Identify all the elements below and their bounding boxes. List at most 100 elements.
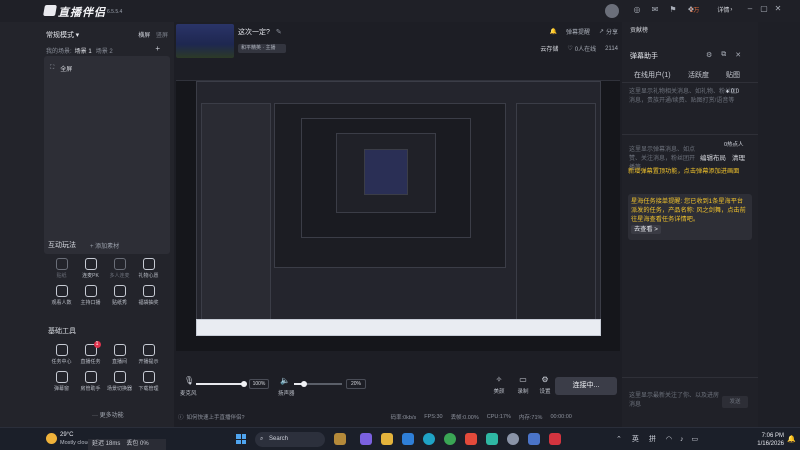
record-button[interactable]: ▭ 录制 — [516, 375, 530, 395]
app-version: 6.5.5.4 — [107, 9, 123, 15]
battery-icon[interactable]: ▭ — [691, 435, 698, 443]
add-source-button[interactable]: + 添加素材 — [90, 241, 119, 250]
live-preview[interactable] — [176, 80, 620, 351]
wifi-icon[interactable]: ◠ — [666, 435, 672, 443]
tab-online-users[interactable]: 在线用户(1) — [634, 70, 671, 80]
viewer-small: 0热点人 — [724, 142, 744, 148]
taskbar-search[interactable]: ⌕ Search — [255, 432, 325, 447]
comment-label[interactable]: 弹幕提醒 — [566, 27, 590, 36]
speaker-volume-knob[interactable] — [300, 381, 307, 387]
mail-icon[interactable]: ✉ — [650, 5, 660, 15]
windows-start-icon[interactable] — [236, 434, 246, 444]
basic-tool-0[interactable]: 任务中心 — [47, 344, 76, 365]
popout-icon[interactable]: ⧉ — [721, 51, 726, 59]
weather-temperature[interactable]: 29°C — [60, 432, 73, 438]
taskbar-app-edge-icon[interactable] — [423, 433, 435, 445]
source-item[interactable]: ⛶ 全屏 — [50, 64, 72, 73]
clock[interactable]: 7:06 PM 1/16/2026 — [757, 432, 784, 448]
mic-volume-knob[interactable] — [241, 381, 247, 387]
live-category[interactable]: 和平精英 · 主播 — [238, 44, 286, 53]
ime-pinyin[interactable]: 拼 — [649, 434, 656, 444]
taskbar-app-copilot-icon[interactable] — [360, 433, 372, 445]
close-icon[interactable]: ✕ — [773, 4, 783, 14]
basic-tool-2[interactable]: 直播间 — [105, 344, 134, 365]
weather-icon[interactable] — [46, 433, 57, 444]
chevron-down-icon[interactable]: ▾ — [76, 32, 80, 39]
tab-activity[interactable]: 活跃度 — [688, 70, 709, 80]
live-title-row[interactable]: 这次一定? ✎ — [238, 27, 282, 37]
basic-tool-label: 直播任务 — [80, 359, 101, 365]
interactive-tool-4[interactable]: 观看人数 — [47, 285, 76, 306]
taskbar-app-blue-icon[interactable] — [528, 433, 540, 445]
cloud-storage-button[interactable]: 云存储 — [540, 44, 558, 53]
portrait-toggle[interactable]: 竖屏 — [156, 33, 168, 39]
tab-scene-2[interactable]: 场景 2 — [96, 46, 113, 55]
taskbar-app-steam-icon[interactable] — [507, 433, 519, 445]
level-label[interactable]: 贡献榜 — [630, 25, 648, 34]
interactive-tool-0[interactable]: 贴纸 — [47, 258, 76, 279]
settings-icon[interactable]: ⚙ — [706, 51, 712, 59]
mode-select[interactable]: 常规模式 — [46, 32, 74, 39]
flag-icon[interactable]: ⚑ — [668, 5, 678, 15]
speaker-percent[interactable]: 20% — [346, 379, 366, 389]
mic-percent[interactable]: 100% — [249, 379, 269, 389]
notification-bell-icon[interactable]: 🔔 — [787, 435, 796, 443]
taskbar-app-chrome-icon[interactable] — [444, 433, 456, 445]
basic-tool-7[interactable]: 下载管理 — [134, 371, 163, 392]
interactive-tool-1[interactable]: 连麦PK — [76, 258, 105, 279]
fans-badge[interactable]: 1万 — [690, 5, 699, 14]
share-bell-icon: 🔔 — [549, 29, 557, 35]
share-button[interactable]: 分享 — [606, 27, 618, 36]
interactive-tool-2[interactable]: 多人连麦 — [105, 258, 134, 279]
live-cover-thumbnail[interactable] — [176, 24, 234, 58]
detail-button[interactable]: 详情 — [717, 5, 729, 14]
search-placeholder: Search — [269, 436, 289, 442]
live-duration: 00:00:00 — [550, 414, 572, 420]
more-functions-button[interactable]: ··· 更多功能 — [92, 410, 124, 419]
send-button[interactable]: 发送 — [722, 396, 748, 408]
tab-scene-1[interactable]: 场景 1 — [75, 46, 92, 55]
beauty-button[interactable]: ✧ 美颜 — [492, 375, 506, 395]
landscape-toggle[interactable]: 横屏 — [138, 33, 150, 39]
connect-button[interactable]: 连接中... — [555, 377, 617, 395]
edit-icon[interactable]: ✎ — [276, 28, 282, 36]
interactive-tool-7[interactable]: 福袋抽奖 — [134, 285, 163, 306]
add-scene-icon[interactable]: + — [155, 44, 160, 53]
go-view-button[interactable]: 去查看 > — [631, 225, 661, 234]
taskbar-app-teal-icon[interactable] — [486, 433, 498, 445]
ime-english[interactable]: 英 — [632, 434, 639, 444]
scene-bar: 我的场景: 场景 1 场景 2 + — [46, 44, 168, 55]
interactive-tool-6[interactable]: 贴纸秀 — [105, 285, 134, 306]
headset-icon[interactable]: ◎ — [632, 5, 642, 15]
help-link[interactable]: 如何快速上手直播伴侣? — [187, 413, 245, 421]
maximize-icon[interactable]: ▢ — [759, 4, 769, 14]
basic-tool-4[interactable]: 弹幕窗 — [47, 371, 76, 392]
pin-notice: 新增弹幕置顶功能，点击弹幕添加进画面 — [628, 168, 740, 175]
taskbar-app-red-icon[interactable] — [465, 433, 477, 445]
interactive-tool-3[interactable]: 礼物心愿 — [134, 258, 163, 279]
basic-tool-6[interactable]: 场景切换器 — [105, 371, 134, 392]
mic-volume-slider[interactable] — [196, 381, 247, 387]
settings-button[interactable]: ⚙ 设置 — [538, 375, 552, 395]
taskbar-app-game-icon[interactable] — [334, 433, 346, 445]
edit-layout-button[interactable]: 编辑布局 — [700, 152, 726, 162]
speaker-icon[interactable]: 🔈 — [280, 376, 290, 385]
taskbar-app-explorer-icon[interactable] — [381, 433, 393, 445]
interactive-title: 互动玩法 — [48, 242, 76, 249]
avatar[interactable] — [605, 4, 619, 18]
basic-tool-1[interactable]: 1 直播任务 — [76, 341, 105, 365]
interactive-tool-5[interactable]: 主持口播 — [76, 285, 105, 306]
volume-icon[interactable]: ♪ — [680, 436, 684, 443]
tray-chevron-icon[interactable]: ⌃ — [616, 435, 622, 443]
microphone-icon[interactable]: 🎙 — [184, 376, 194, 385]
clear-button[interactable]: 清理 — [732, 152, 745, 162]
minimize-icon[interactable]: – — [745, 4, 755, 14]
taskbar-app-store-icon[interactable] — [402, 433, 414, 445]
latency-value: 延迟 18ms — [92, 441, 121, 447]
tab-stickers[interactable]: 贴图 — [726, 70, 740, 80]
basic-tool-5[interactable]: 房管助手 — [76, 371, 105, 392]
speaker-volume-slider[interactable] — [294, 381, 342, 387]
taskbar-app-livestream-icon[interactable] — [549, 433, 561, 445]
basic-tool-3[interactable]: 开播提示 — [134, 344, 163, 365]
close-panel-icon[interactable]: ✕ — [735, 51, 741, 59]
